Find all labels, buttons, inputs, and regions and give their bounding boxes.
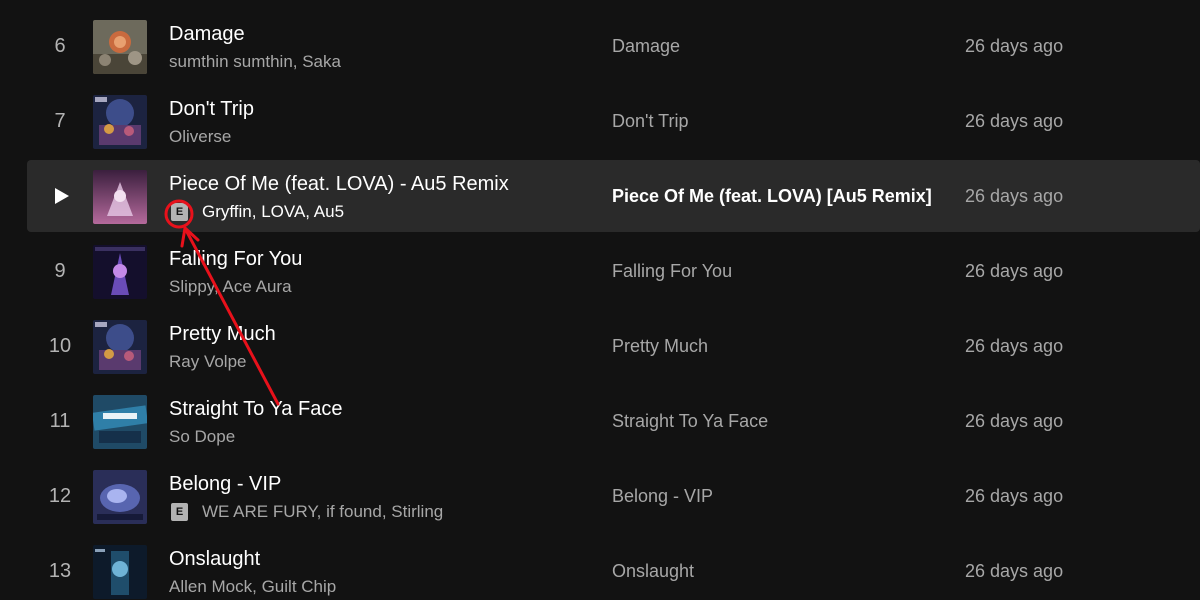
date-added: 26 days ago (965, 336, 1064, 356)
track-album[interactable]: Pretty Much (612, 336, 708, 357)
artist-names[interactable]: Oliverse (169, 127, 231, 147)
track-number: 11 (49, 410, 71, 432)
track-row-active[interactable]: Piece Of Me (feat. LOVA) - Au5 Remix E G… (27, 160, 1200, 232)
track-row[interactable]: 12 Belong - VIP E WE ARE FURY, if found,… (27, 460, 1200, 532)
tracklist: 6 Damage sumthin sumthin, Saka Damage 26… (0, 0, 1200, 600)
track-row[interactable]: 9 Falling For You Slippy, Ace Aura Falli… (27, 235, 1200, 307)
album-cover (93, 395, 147, 449)
album-cover (93, 470, 147, 524)
track-artists: sumthin sumthin, Saka (169, 52, 341, 72)
track-row[interactable]: 6 Damage sumthin sumthin, Saka Damage 26… (27, 10, 1200, 82)
album-cover (93, 95, 147, 149)
play-icon[interactable] (55, 188, 69, 204)
album-cover (93, 20, 147, 74)
track-number: 13 (48, 560, 72, 582)
date-added: 26 days ago (965, 561, 1064, 581)
artist-names[interactable]: So Dope (169, 427, 235, 447)
track-artists: Ray Volpe (169, 352, 247, 372)
track-title[interactable]: Pretty Much (169, 323, 276, 346)
track-title[interactable]: Straight To Ya Face (169, 398, 342, 421)
track-artists: Allen Mock, Guilt Chip (169, 577, 336, 597)
track-album[interactable]: Don't Trip (612, 111, 688, 132)
track-artists: Oliverse (169, 127, 231, 147)
track-row[interactable]: 10 Pretty Much Ray Volpe Pretty Much 26 … (27, 310, 1200, 382)
track-number: 9 (54, 260, 66, 282)
track-artists: E WE ARE FURY, if found, Stirling (169, 502, 443, 522)
album-cover (93, 545, 147, 599)
track-title[interactable]: Don't Trip (169, 98, 254, 121)
album-cover (93, 320, 147, 374)
date-added: 26 days ago (965, 411, 1064, 431)
track-artists: So Dope (169, 427, 235, 447)
track-number: 6 (54, 35, 66, 57)
track-title[interactable]: Damage (169, 23, 245, 46)
explicit-badge: E (171, 203, 188, 221)
date-added: 26 days ago (965, 111, 1064, 131)
artist-names[interactable]: Allen Mock, Guilt Chip (169, 577, 336, 597)
date-added: 26 days ago (965, 486, 1064, 506)
artist-names[interactable]: Ray Volpe (169, 352, 247, 372)
artist-names[interactable]: WE ARE FURY, if found, Stirling (202, 502, 443, 522)
track-artists: Slippy, Ace Aura (169, 277, 292, 297)
date-added: 26 days ago (965, 36, 1064, 56)
track-album[interactable]: Piece Of Me (feat. LOVA) [Au5 Remix] (612, 186, 932, 207)
track-row[interactable]: 7 Don't Trip Oliverse Don't Trip 26 days… (27, 85, 1200, 157)
track-album[interactable]: Falling For You (612, 261, 732, 282)
track-title[interactable]: Belong - VIP (169, 473, 281, 496)
track-number: 7 (54, 110, 66, 132)
date-added: 26 days ago (965, 186, 1064, 206)
track-album[interactable]: Belong - VIP (612, 486, 713, 507)
track-title[interactable]: Piece Of Me (feat. LOVA) - Au5 Remix (169, 173, 509, 196)
artist-names[interactable]: Slippy, Ace Aura (169, 277, 292, 297)
track-number: 10 (48, 335, 72, 357)
album-cover (93, 170, 147, 224)
track-artists: E Gryffin, LOVA, Au5 (169, 202, 344, 222)
album-cover (93, 245, 147, 299)
artist-names[interactable]: Gryffin, LOVA, Au5 (202, 202, 344, 222)
track-row[interactable]: 11 Straight To Ya Face So Dope Straight … (27, 385, 1200, 457)
track-album[interactable]: Onslaught (612, 561, 694, 582)
track-album[interactable]: Straight To Ya Face (612, 411, 768, 432)
track-row[interactable]: 13 Onslaught Allen Mock, Guilt Chip Onsl… (27, 535, 1200, 600)
track-album[interactable]: Damage (612, 36, 680, 57)
explicit-badge: E (171, 503, 188, 521)
artist-names[interactable]: sumthin sumthin, Saka (169, 52, 341, 72)
track-title[interactable]: Falling For You (169, 248, 302, 271)
date-added: 26 days ago (965, 261, 1064, 281)
track-title[interactable]: Onslaught (169, 548, 260, 571)
track-number: 12 (48, 485, 72, 507)
